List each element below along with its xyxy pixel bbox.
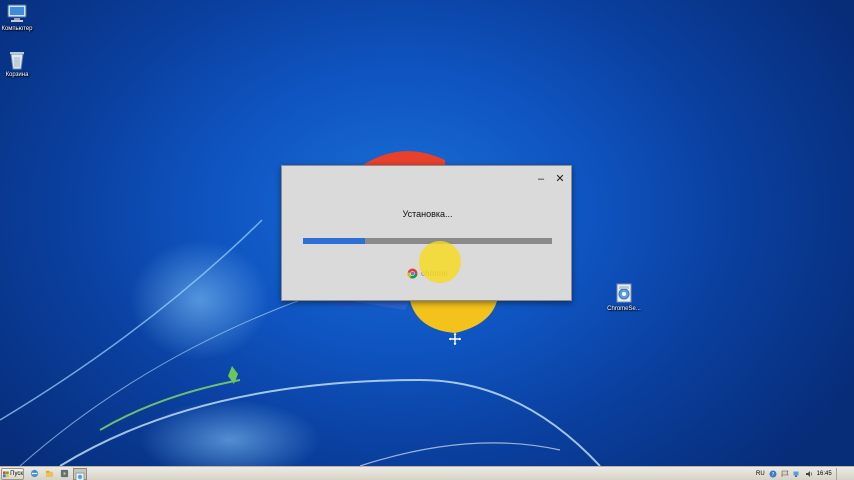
action-center-flag-icon[interactable] xyxy=(781,470,789,478)
chrome-setup-file-icon xyxy=(616,283,632,303)
chrome-logo-icon xyxy=(407,268,418,279)
minimize-button[interactable]: – xyxy=(534,173,548,185)
computer-icon xyxy=(7,4,27,22)
install-progress-bar xyxy=(303,238,552,244)
install-progress-fill xyxy=(303,238,365,244)
folder-icon[interactable] xyxy=(45,469,54,478)
start-label: Пуск xyxy=(10,471,23,477)
media-player-icon[interactable] xyxy=(60,469,69,478)
show-desktop-button[interactable] xyxy=(835,468,842,480)
taskbar-item-installer[interactable] xyxy=(73,468,87,480)
installer-task-icon xyxy=(75,472,85,480)
desktop-icon-chrome-setup[interactable]: ChromeSe... xyxy=(598,282,650,312)
clock[interactable]: 16:45 xyxy=(817,471,832,477)
taskbar: Пуск RU ? 16:45 xyxy=(0,466,854,480)
close-button[interactable]: ✕ xyxy=(553,173,567,185)
language-indicator[interactable]: RU xyxy=(756,471,765,477)
desktop-icon-recycle-bin-label: Корзина xyxy=(5,72,29,78)
start-button[interactable]: Пуск xyxy=(1,468,24,480)
install-status-text: Установка... xyxy=(402,209,453,219)
desktop: Компьютер Корзина ChromeSe... – ✕ Устано… xyxy=(0,0,854,466)
recycle-bin-icon xyxy=(10,52,24,70)
move-cursor-icon xyxy=(449,333,461,345)
svg-text:?: ? xyxy=(771,472,774,478)
desktop-icon-recycle-bin[interactable]: Корзина xyxy=(0,50,43,78)
ie-icon[interactable] xyxy=(30,469,39,478)
volume-icon[interactable] xyxy=(805,470,813,478)
windows-flag-icon xyxy=(3,470,9,477)
chrome-brand: chrome xyxy=(407,267,448,279)
desktop-icon-chrome-setup-label: ChromeSe... xyxy=(607,306,641,312)
installer-window: – ✕ Установка... chrome xyxy=(281,165,572,301)
network-icon[interactable] xyxy=(793,470,801,478)
system-tray: RU ? 16:45 xyxy=(756,468,842,480)
chrome-brand-label: chrome xyxy=(421,268,448,278)
help-icon[interactable]: ? xyxy=(769,470,777,478)
desktop-icon-computer-label: Компьютер xyxy=(1,26,33,32)
desktop-icon-computer[interactable]: Компьютер xyxy=(0,4,43,32)
